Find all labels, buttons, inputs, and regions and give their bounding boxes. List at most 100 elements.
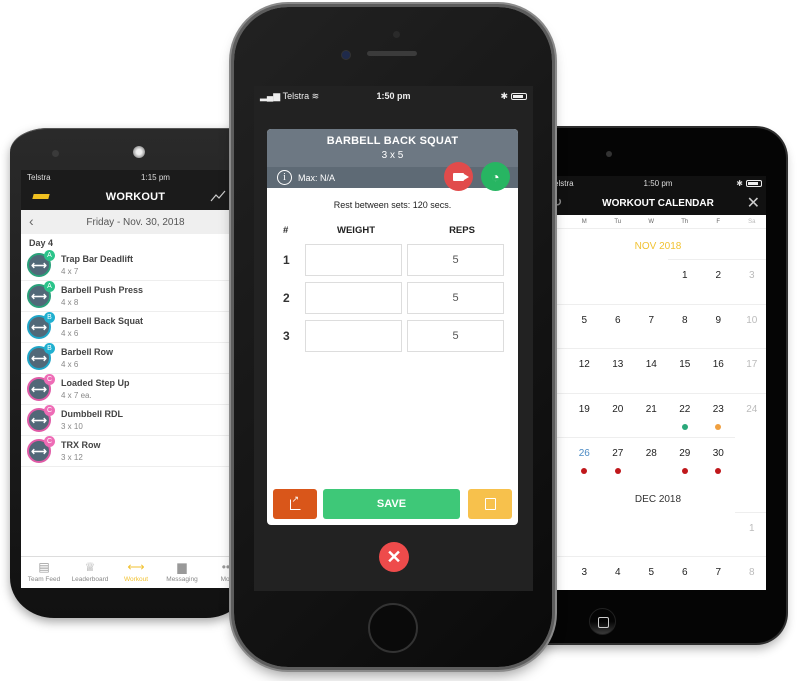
exercise-row[interactable]: ⟷BBarbell Back Squat4 x 6– (21, 312, 250, 343)
calendar-day[interactable]: 3 (567, 556, 601, 590)
calendar-day[interactable]: 21 (634, 392, 668, 438)
superset-badge: B (44, 312, 55, 323)
trend-chart-icon[interactable] (210, 190, 226, 202)
calendar-day[interactable]: 1 (668, 259, 702, 304)
reps-input[interactable]: 5 (407, 320, 504, 352)
calendar-empty (550, 512, 568, 557)
calendar-day[interactable]: 5 (634, 556, 668, 590)
exercise-row[interactable]: ⟷CLoaded Step Up4 x 7 ea.– (21, 374, 250, 405)
calendar-day[interactable]: 1 (735, 511, 766, 557)
exercise-row[interactable]: ⟷CDumbbell RDL3 x 10– (21, 405, 250, 436)
calendar-day[interactable]: 18 (550, 392, 568, 438)
reps-input[interactable]: 5 (407, 244, 504, 276)
status-bar: ▂▄▆ Telstra ≋ 1:50 pm ✱ (254, 86, 533, 106)
modal-actions: SAVE (273, 489, 512, 519)
exercise-sets: 4 x 8 (61, 297, 79, 307)
calendar-day[interactable]: 17 (735, 348, 766, 393)
tab-workout[interactable]: ⟷ Workout (113, 557, 159, 588)
exercise-sets: 4 x 6 (61, 328, 79, 338)
calendar-day[interactable]: 27 (601, 437, 635, 482)
save-button[interactable]: SAVE (323, 489, 460, 519)
calendar-day[interactable]: 14 (634, 348, 668, 393)
weight-input[interactable] (305, 320, 402, 352)
calendar-empty (635, 259, 669, 304)
exercise-sets: 4 x 7 (61, 266, 79, 276)
calendar-day[interactable]: 20 (601, 392, 635, 438)
weight-input[interactable] (305, 282, 402, 314)
dumbbell-icon: ⟷ (31, 414, 47, 427)
home-button[interactable] (589, 608, 616, 635)
newspaper-icon: ▤ (38, 560, 50, 574)
calendar-day[interactable]: 24 (735, 392, 766, 438)
superset-badge: C (44, 436, 55, 447)
calendar-day[interactable]: 6 (601, 303, 635, 349)
calendar-day[interactable]: 6 (668, 556, 702, 590)
carrier-label: ▂▄▆ Telstra ≋ (260, 90, 320, 101)
close-modal-button[interactable]: ✕ (379, 542, 409, 572)
calendar-day[interactable]: 25 (550, 437, 568, 482)
calendar-day[interactable]: 23 (701, 392, 735, 438)
video-camera-icon (453, 172, 469, 181)
exercise-row[interactable]: ⟷ATrap Bar Deadlift4 x 7– (21, 250, 250, 281)
exercise-row[interactable]: ⟷ABarbell Push Press4 x 8– (21, 281, 250, 312)
tab-team-feed[interactable]: ▤ Team Feed (21, 557, 67, 588)
info-icon[interactable]: i (277, 170, 292, 185)
exercise-text: Barbell Push Press 4 x 8 (61, 285, 143, 307)
superset-badge: A (44, 281, 55, 292)
tab-leaderboard[interactable]: ♕ Leaderboard (67, 557, 113, 588)
exercise-text: Barbell Back Squat 4 x 6 (61, 316, 143, 338)
notes-icon (484, 498, 496, 510)
iphone-device: ▂▄▆ Telstra ≋ 1:50 pm ✱ BARBELL BACK SQU… (234, 7, 552, 667)
calendar-day[interactable]: 28 (634, 437, 668, 482)
workout-dot (614, 468, 621, 474)
notes-button[interactable] (468, 489, 512, 519)
calendar-day[interactable]: 19 (567, 392, 601, 438)
calendar-day[interactable]: 3 (735, 259, 766, 304)
calendar-day[interactable]: 29 (668, 437, 702, 482)
exercise-row[interactable]: ⟷CTRX Row3 x 12– (21, 436, 250, 467)
weight-input[interactable] (305, 244, 402, 276)
calendar-day[interactable]: 26 (567, 437, 601, 482)
calendar-day[interactable]: 4 (601, 556, 635, 590)
calendar-day[interactable]: 4 (550, 303, 568, 349)
sync-icon[interactable]: ↻ (552, 195, 562, 209)
calendar-day[interactable]: 2 (550, 556, 568, 590)
calendar-day[interactable]: 2 (701, 259, 735, 304)
calendar-empty (568, 512, 602, 557)
workout-header: WORKOUT (21, 184, 250, 210)
calendar-day[interactable]: 30 (701, 437, 735, 482)
dumbbell-icon: ⟷ (31, 290, 47, 303)
month-grid: 1 2345678 (550, 511, 766, 591)
home-button[interactable] (368, 603, 418, 653)
calendar-day[interactable]: 13 (601, 348, 635, 393)
tab-messaging[interactable]: ▆ Messaging (159, 557, 205, 588)
superset-badge: B (44, 343, 55, 354)
calendar-day[interactable]: 11 (550, 348, 568, 393)
close-icon[interactable]: ✕ (747, 193, 760, 213)
calendar-day[interactable]: 9 (701, 303, 735, 349)
exercise-row[interactable]: ⟷BBarbell Row4 x 6– (21, 343, 250, 374)
back-chevron-icon[interactable]: ‹ (29, 213, 34, 229)
max-label: Max: N/A (298, 172, 336, 183)
calendar-day[interactable]: 7 (701, 556, 735, 590)
calendar-day[interactable]: 12 (567, 348, 601, 393)
share-button[interactable] (273, 489, 317, 519)
rest-timer-button[interactable]: ◔ (481, 162, 510, 191)
calendar-day[interactable]: 15 (668, 348, 702, 393)
modal-info-bar: i Max: N/A ◔ (267, 162, 518, 191)
calendar-day[interactable]: 16 (701, 348, 735, 393)
calendar-day[interactable]: 22 (668, 392, 702, 438)
dumbbell-icon: ⟷ (31, 352, 47, 365)
calendar-day[interactable]: 8 (735, 556, 766, 590)
set-number: 2 (283, 291, 290, 305)
reps-input[interactable]: 5 (407, 282, 504, 314)
timer-icon: ◔ (491, 168, 500, 185)
calendar-day[interactable]: 8 (668, 303, 702, 349)
exercise-text: TRX Row 3 x 12 (61, 440, 101, 462)
exercise-avatar: ⟷ B (27, 343, 55, 370)
video-button[interactable] (444, 162, 473, 191)
exercise-text: Trap Bar Deadlift 4 x 7 (61, 254, 133, 276)
calendar-day[interactable]: 5 (567, 303, 601, 349)
calendar-day[interactable]: 10 (735, 303, 766, 349)
calendar-day[interactable]: 7 (634, 303, 668, 349)
